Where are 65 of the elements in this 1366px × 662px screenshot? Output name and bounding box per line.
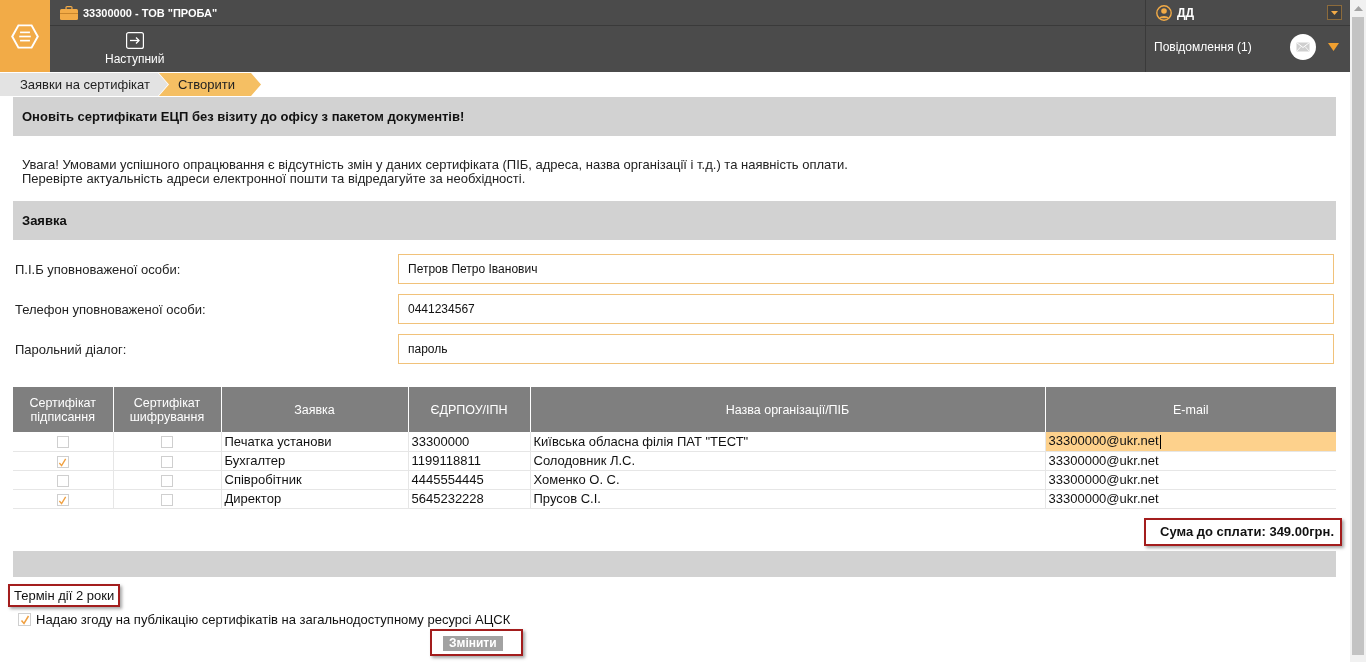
checkbox[interactable] <box>56 455 69 468</box>
checkmark-icon <box>19 615 30 625</box>
table-cell: Печатка установи <box>221 432 408 451</box>
menu-button[interactable] <box>0 0 50 72</box>
input-field[interactable]: 0441234567 <box>398 294 1334 324</box>
column-header: Заявка <box>221 387 408 432</box>
total-amount: Сума до сплати: 349.00грн. <box>1160 524 1334 539</box>
organization-name: 33300000 - ТОВ "ПРОБА" <box>83 6 218 19</box>
validity-term: Термін дії 2 роки <box>14 587 115 603</box>
consent-label: Надаю згоду на публікацію сертифікатів на загальнодоступному ресурсі АЦСК <box>36 612 511 627</box>
arrow-right-box-icon <box>125 32 144 49</box>
table-cell: Директор <box>221 489 408 508</box>
user-icon <box>1156 4 1172 21</box>
checkbox[interactable] <box>161 436 173 449</box>
table-cell: 4445554445 <box>408 470 530 489</box>
scrollbar-thumb[interactable] <box>1352 17 1364 655</box>
checkbox[interactable] <box>56 474 69 487</box>
section-title: Заявка <box>22 213 67 228</box>
table-cell: 1199118811 <box>408 451 530 470</box>
table-cell: Солодовник Л.С. <box>530 451 1045 470</box>
text-cursor-icon <box>1159 435 1161 450</box>
table-cell: Київська обласна філія ПАТ "ТЕСТ" <box>530 432 1045 451</box>
checkbox[interactable] <box>56 493 69 506</box>
notice-text: Увага! Умовами успішного опрацювання є відсутність змін у даних сертифіката (ПІБ, адреса, назва організації і т.д.) та наявність оплати. <box>22 158 848 172</box>
notifications-link[interactable]: Повідомлення (1) <box>1154 40 1252 54</box>
checkmark-icon <box>58 495 68 505</box>
email-cell: 33300000@ukr.net <box>1045 470 1336 489</box>
field-label: П.І.Б уповноваженої особи: <box>15 261 181 277</box>
table-cell: Хоменко О. С. <box>530 470 1045 489</box>
caret-icon <box>1331 10 1338 15</box>
checkmark-icon <box>58 457 68 467</box>
banner-title: Оновіть сертифікати ЕЦП без візиту до офісу з пакетом документів! <box>22 109 465 124</box>
field-label: Телефон уповноваженої особи: <box>15 301 206 317</box>
field-label: Парольний діалог: <box>15 341 127 357</box>
checkbox[interactable] <box>161 493 173 506</box>
column-header: Назва організації/ПІБ <box>530 387 1045 432</box>
notice-text: Перевірте актуальність адреси електронної пошти та відредагуйте за необхідності. <box>22 172 526 186</box>
table-cell: Прусов С.І. <box>530 489 1045 508</box>
dropdown-button[interactable] <box>1327 5 1342 20</box>
column-header: Сертифікат підписання <box>13 387 113 432</box>
email-cell: 33300000@ukr.net <box>1045 489 1336 508</box>
table-cell: 5645232228 <box>408 489 530 508</box>
user-name: ДД <box>1177 5 1195 20</box>
table-cell: Співробітник <box>221 470 408 489</box>
table-cell: 33300000 <box>408 432 530 451</box>
caret-icon[interactable] <box>1328 43 1339 51</box>
briefcase-icon <box>60 5 78 20</box>
table-cell: Бухгалтер <box>221 451 408 470</box>
email-cell: 33300000@ukr.net <box>1045 451 1336 470</box>
column-header: ЄДРПОУ/ІПН <box>408 387 530 432</box>
checkbox[interactable] <box>161 474 173 487</box>
menu-icon <box>11 23 39 49</box>
column-header: E-mail <box>1045 387 1336 432</box>
mail-icon[interactable] <box>1290 34 1316 60</box>
checkbox[interactable] <box>161 455 173 468</box>
checkbox[interactable] <box>18 613 31 626</box>
breadcrumb-item[interactable]: Створити <box>158 73 261 96</box>
scroll-up-icon[interactable] <box>1353 6 1363 11</box>
email-input[interactable]: 33300000@ukr.net <box>1045 432 1336 451</box>
input-field[interactable]: пароль <box>398 334 1334 364</box>
input-field[interactable]: Петров Петро Іванович <box>398 254 1334 284</box>
checkbox[interactable] <box>56 436 69 449</box>
breadcrumb-item[interactable]: Заявки на сертифікат <box>0 73 168 96</box>
column-header: Сертифікат шифрування <box>113 387 221 432</box>
next-button[interactable]: Наступний <box>100 30 170 68</box>
